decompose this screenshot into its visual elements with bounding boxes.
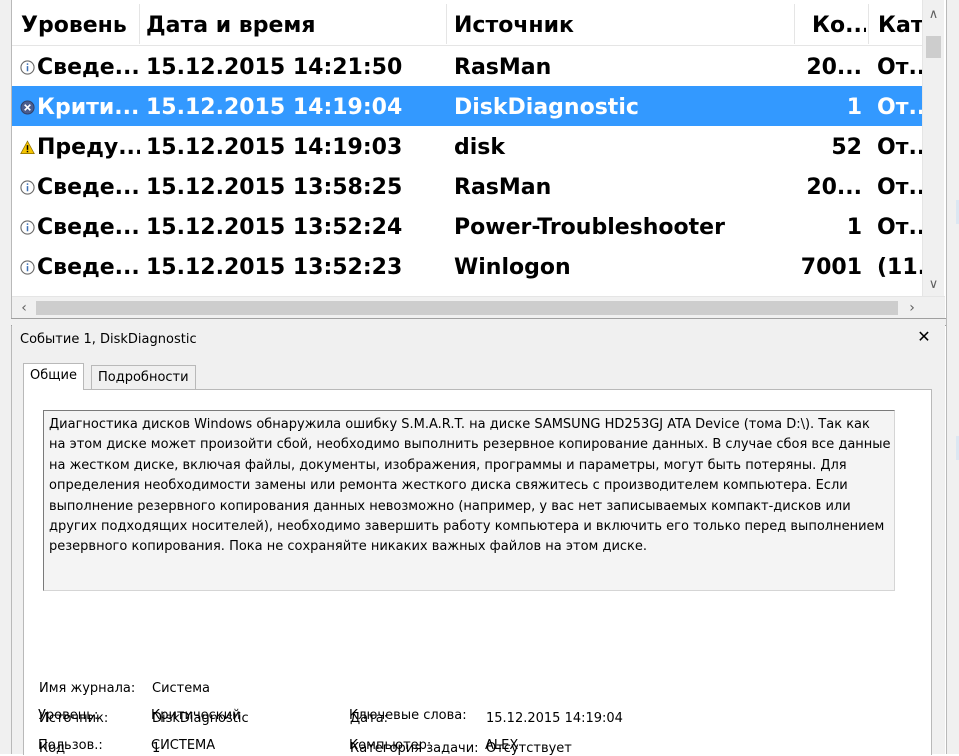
level-cell: Сведе... <box>20 206 140 246</box>
user-value: СИСТЕМА <box>151 738 216 753</box>
tab-general[interactable]: Общие <box>23 363 84 390</box>
user-label: Пользов.: <box>38 738 103 753</box>
general-tab-content: Диагностика дисков Windows обнаружила ош… <box>23 389 932 756</box>
category-cell: (11. <box>877 255 923 280</box>
category-cell: От... <box>877 95 923 120</box>
horizontal-scroll-thumb[interactable] <box>36 301 898 315</box>
table-row[interactable]: Сведе... 15.12.2015 13:52:24 Power-Trouble… <box>12 206 923 246</box>
code-cell: 7001 <box>800 255 862 280</box>
source-cell: Power-Troubleshooter <box>454 215 725 240</box>
vertical-scroll-thumb[interactable] <box>926 36 941 58</box>
datetime-cell: 15.12.2015 14:19:04 <box>146 95 403 120</box>
computer-value: ALEX <box>485 738 519 753</box>
scroll-left-icon[interactable]: ‹ <box>14 297 34 318</box>
table-row[interactable]: Крити... 15.12.2015 14:19:04 DiskDiagnosti… <box>12 86 923 126</box>
vertical-scrollbar[interactable]: ∧ ∨ <box>922 0 944 296</box>
info-icon <box>20 255 37 280</box>
scroll-up-icon[interactable]: ∧ <box>923 4 944 26</box>
category-cell: От... <box>877 175 923 200</box>
event-detail-panel: Событие 1, DiskDiagnostic ✕ Общие Подроб… <box>12 325 945 756</box>
level-cell: Преду... <box>20 126 140 166</box>
table-row[interactable]: Сведе... 15.12.2015 13:58:25 RasMan 20... От… <box>12 166 923 206</box>
column-separator[interactable] <box>446 4 447 44</box>
window-right-edge <box>946 0 959 754</box>
column-header-code[interactable]: Ко... <box>812 0 866 45</box>
source-cell: RasMan <box>454 55 552 80</box>
description-line: на этом диске может произойти сбой, необ… <box>49 437 891 453</box>
info-icon <box>20 55 37 80</box>
table-row[interactable]: Сведе... 15.12.2015 13:52:23 Winlogon 7001 (… <box>12 246 923 286</box>
level-text: Сведе... <box>37 215 140 240</box>
keywords-label: Ключевые слова: <box>349 708 467 723</box>
scroll-down-icon[interactable]: ∨ <box>923 274 944 296</box>
description-line: резервного копирования. Пока не сохраняй… <box>49 539 648 555</box>
horizontal-scrollbar[interactable]: ‹ › <box>12 296 945 318</box>
info-icon <box>20 175 37 200</box>
category-cell: От... <box>877 55 923 80</box>
level-text: Сведе... <box>37 55 140 80</box>
column-separator[interactable] <box>139 4 140 44</box>
code-cell: 1 <box>846 95 862 120</box>
log-name-label: Имя журнала: <box>39 681 136 696</box>
level-text: Преду... <box>37 135 140 160</box>
column-header-source[interactable]: Источник <box>454 0 794 45</box>
log-name-value: Система <box>152 681 211 696</box>
tab-details[interactable]: Подробности <box>91 365 196 390</box>
detail-title: Событие 1, DiskDiagnostic <box>20 332 197 347</box>
code-cell: 20... <box>806 55 862 80</box>
level-value: Критический <box>151 708 241 723</box>
category-cell: От... <box>877 215 923 240</box>
event-rows: Сведе... 15.12.2015 14:21:50 RasMan 20... От… <box>12 46 923 286</box>
description-line: определения необходимости замены или рем… <box>49 478 848 494</box>
column-header-level[interactable]: Уровень <box>21 0 141 45</box>
datetime-cell: 15.12.2015 13:52:24 <box>146 215 403 240</box>
level-cell: Сведе... <box>20 246 140 286</box>
scroll-right-icon[interactable]: › <box>902 297 922 318</box>
date-value: 15.12.2015 14:19:04 <box>486 711 623 726</box>
table-row[interactable]: Сведе... 15.12.2015 14:21:50 RasMan 20... От… <box>12 46 923 86</box>
source-cell: disk <box>454 135 506 160</box>
info-icon <box>20 215 37 240</box>
source-cell: Winlogon <box>454 255 571 280</box>
code-cell: 20... <box>806 175 862 200</box>
column-header-category[interactable]: Кат. <box>878 0 922 45</box>
datetime-cell: 15.12.2015 14:19:03 <box>146 135 403 160</box>
source-cell: RasMan <box>454 175 552 200</box>
computer-label: Компьютер: <box>349 738 432 753</box>
level-cell: Крити... <box>20 86 140 126</box>
event-description[interactable]: Диагностика дисков Windows обнаружила ош… <box>43 410 895 591</box>
column-separator[interactable] <box>794 4 795 44</box>
close-icon[interactable]: ✕ <box>916 329 932 345</box>
level-text: Сведе... <box>37 255 140 280</box>
level-label: Уровень: <box>38 708 99 723</box>
datetime-cell: 15.12.2015 13:58:25 <box>146 175 403 200</box>
category-cell: От... <box>877 135 923 160</box>
table-row[interactable]: Преду...15.12.2015 14:19:03 disk 52 От... <box>12 126 923 166</box>
list-header: Уровень Дата и время Источник Ко... Кат. <box>12 0 922 46</box>
code-cell: 52 <box>831 135 862 160</box>
description-line: на жестком диске, включая файлы, докумен… <box>49 457 847 473</box>
description-line: выполнение резервного копирования данных… <box>49 498 851 514</box>
code-cell: 1 <box>846 215 862 240</box>
datetime-cell: 15.12.2015 13:52:23 <box>146 255 403 280</box>
level-cell: Сведе... <box>20 166 140 206</box>
description-line: Диагностика дисков Windows обнаружила ош… <box>49 417 870 432</box>
warning-icon <box>20 135 37 160</box>
error-icon <box>20 95 37 120</box>
event-list[interactable]: Уровень Дата и время Источник Ко... Кат.… <box>12 0 945 318</box>
description-line: других подходящих носителей), необходимо… <box>49 519 885 535</box>
level-text: Сведе... <box>37 175 140 200</box>
source-cell: DiskDiagnostic <box>454 95 639 120</box>
level-text: Крити... <box>37 95 140 120</box>
datetime-cell: 15.12.2015 14:21:50 <box>146 55 403 80</box>
window-left-edge <box>0 0 12 754</box>
level-cell: Сведе... <box>20 46 140 86</box>
column-separator[interactable] <box>868 4 869 44</box>
column-header-datetime[interactable]: Дата и время <box>146 0 446 45</box>
